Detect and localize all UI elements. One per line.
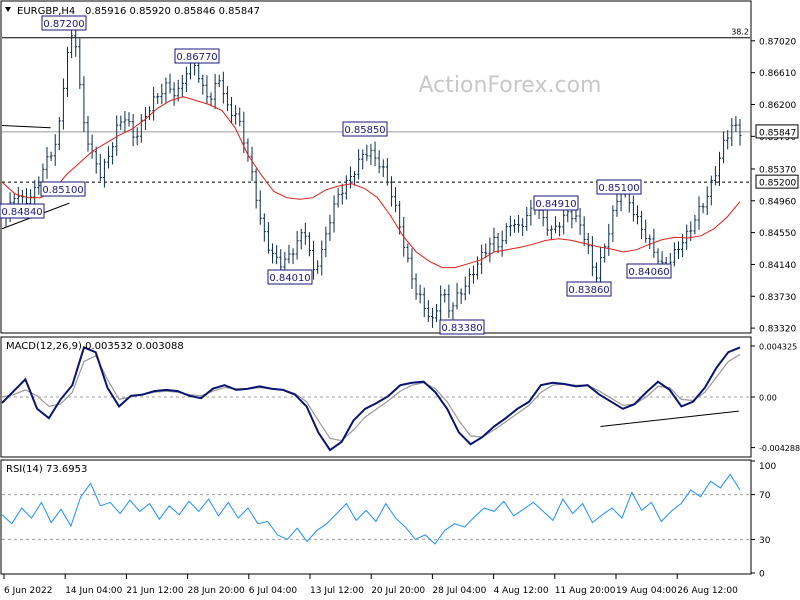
price-panel: ActionForex.com 38.2 0.87200 0.86770 0.858… <box>0 0 752 335</box>
y-tick-label: 0.85370 <box>759 165 796 175</box>
macd-title: MACD(12,26,9) 0.003532 0.003088 <box>6 341 184 352</box>
y-tick-label: 0.84960 <box>759 197 796 207</box>
y-tick-label: 0.84550 <box>759 229 796 239</box>
price-annotation: 0.84010 <box>267 269 313 285</box>
x-tick-label: 6 Jun 2022 <box>4 586 52 596</box>
y-tick-label: 0.87020 <box>759 37 796 47</box>
rsi-y-tick-label: 70 <box>759 491 771 501</box>
y-tick-label: 0.86200 <box>759 101 796 111</box>
svg-text:0.84060: 0.84060 <box>628 267 669 278</box>
chart-title: EURGBP,H4 <box>17 6 75 17</box>
svg-text:0.83380: 0.83380 <box>441 323 482 334</box>
price-annotation: 0.84910 <box>533 195 579 211</box>
y-tick-label: 0.83320 <box>759 325 796 335</box>
x-tick-label: 4 Aug 12:00 <box>494 586 549 596</box>
svg-text:0.85200: 0.85200 <box>759 179 796 189</box>
x-tick-label: 28 Jun 20:00 <box>188 586 245 596</box>
rsi-y-tick-label: 30 <box>759 536 771 546</box>
price-annotation: 0.83860 <box>566 281 612 297</box>
fib-label: 38.2 <box>731 28 749 37</box>
price-annotation: 0.84060 <box>626 263 672 279</box>
price-annotation: 0.85850 <box>342 121 388 137</box>
rsi-y-tick-label: 100 <box>759 462 776 472</box>
svg-text:0.85100: 0.85100 <box>598 183 639 194</box>
svg-text:0.85847: 0.85847 <box>759 128 796 138</box>
svg-text:0.85100: 0.85100 <box>42 185 83 196</box>
chart-root: ActionForex.com 38.2 0.87200 0.86770 0.858… <box>0 0 800 600</box>
svg-text:0.83860: 0.83860 <box>568 285 609 296</box>
svg-text:0.84840: 0.84840 <box>1 207 42 218</box>
macd-y-tick-label: 0.00 <box>759 394 777 403</box>
y-tick-label: 0.86610 <box>759 69 796 79</box>
header-values: 0.85916 0.85920 0.85846 0.85847 <box>85 6 260 17</box>
macd-y-tick-label: 0.004325 <box>759 342 797 351</box>
x-tick-label: 21 Jun 12:00 <box>126 586 183 596</box>
svg-text:0.85850: 0.85850 <box>344 125 385 136</box>
rsi-panel: RSI(14) 73.6953 <box>0 459 752 575</box>
macd-y-tick-label: -0.004288 <box>759 444 800 453</box>
x-tick-label: 28 Jul 04:00 <box>432 586 486 596</box>
rsi-title: RSI(14) 73.6953 <box>6 464 87 475</box>
price-annotation: 0.85100 <box>596 179 642 195</box>
price-badge: 0.85200 <box>755 174 799 189</box>
svg-text:0.87200: 0.87200 <box>43 19 84 30</box>
y-tick-label: 0.84140 <box>759 261 796 271</box>
x-tick-label: 26 Aug 12:00 <box>677 586 738 596</box>
svg-text:0.84910: 0.84910 <box>535 199 576 210</box>
y-tick-label: 0.83730 <box>759 293 796 303</box>
svg-text:0.86770: 0.86770 <box>176 52 217 63</box>
svg-text:0.84010: 0.84010 <box>269 273 310 284</box>
price-annotation: 0.85100 <box>40 181 86 197</box>
rsi-y-tick-label: 0 <box>759 570 765 580</box>
macd-panel: MACD(12,26,9) 0.003532 0.003088 <box>0 336 752 458</box>
x-tick-label: 6 Jul 04:00 <box>249 586 298 596</box>
x-tick-label: 13 Jul 12:00 <box>310 586 364 596</box>
price-badge: 0.85847 <box>755 124 799 138</box>
price-annotation: 0.83380 <box>439 319 485 335</box>
x-tick-label: 20 Jul 20:00 <box>371 586 425 596</box>
watermark: ActionForex.com <box>419 73 602 98</box>
price-annotation: 0.84840 <box>0 203 45 219</box>
x-tick-label: 11 Aug 20:00 <box>555 586 616 596</box>
x-tick-label: 19 Aug 04:00 <box>616 586 677 596</box>
x-tick-label: 14 Jun 04:00 <box>65 586 122 596</box>
price-annotation: 0.86770 <box>174 48 220 64</box>
price-annotation: 0.87200 <box>41 15 87 31</box>
